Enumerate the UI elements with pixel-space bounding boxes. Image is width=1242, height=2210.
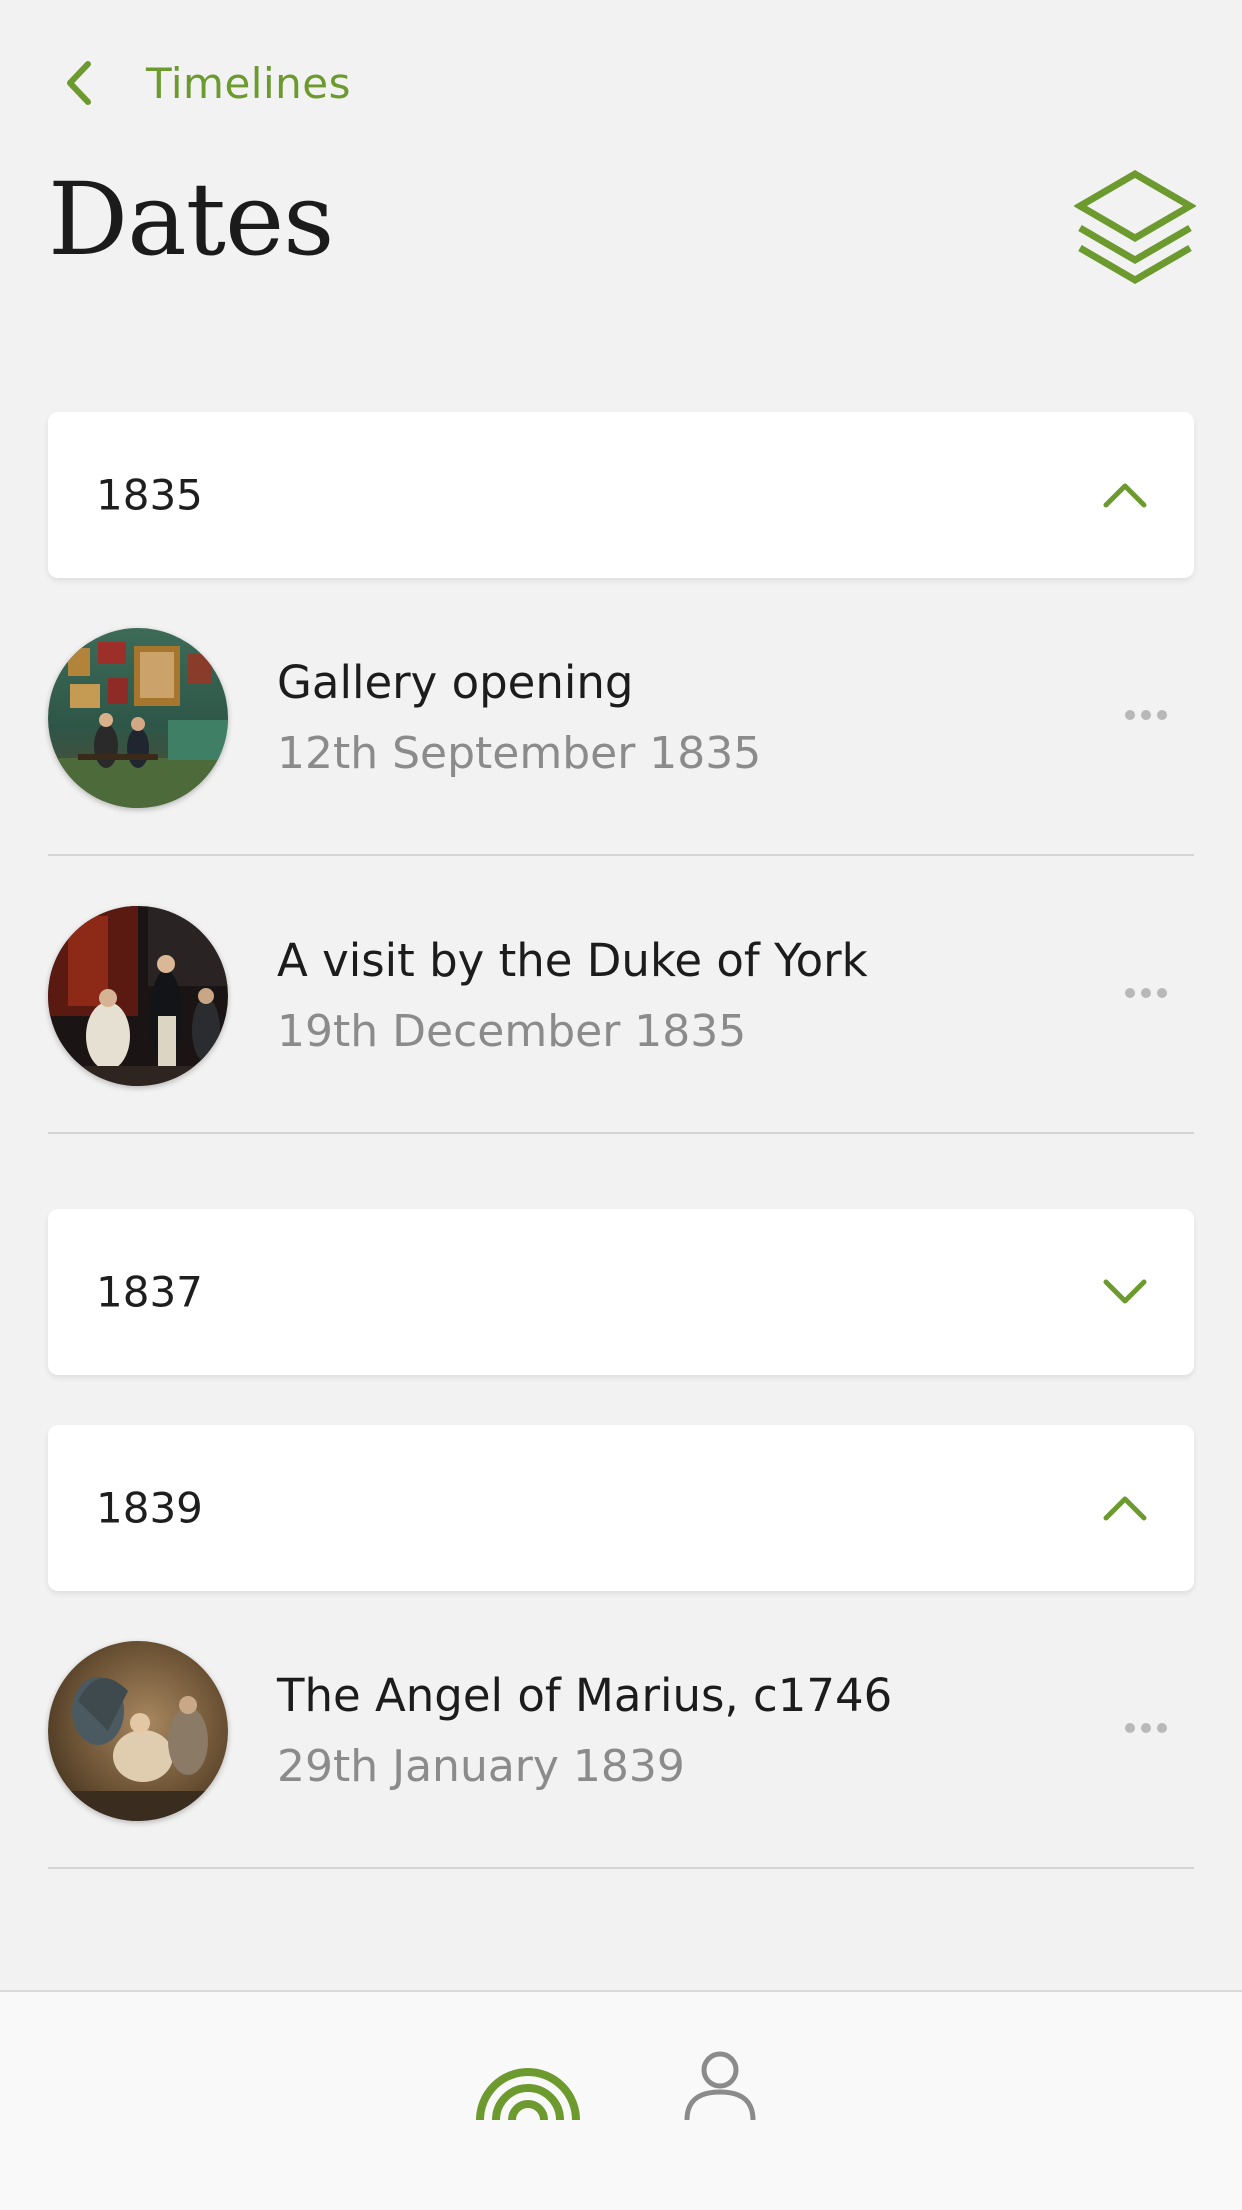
divider	[48, 1132, 1194, 1134]
back-button[interactable]: Timelines	[62, 58, 351, 108]
page-title: Dates	[48, 161, 334, 278]
painting-thumbnail	[48, 906, 228, 1086]
layers-icon[interactable]	[1074, 168, 1196, 286]
year-label: 1837	[96, 1267, 203, 1317]
rainbow-timeline-icon[interactable]	[474, 2064, 582, 2120]
more-options-icon[interactable]	[1124, 1721, 1168, 1735]
person-icon[interactable]	[682, 2050, 758, 2122]
year-header-1839[interactable]: 1839	[48, 1425, 1194, 1591]
item-date: 12th September 1835	[277, 728, 762, 779]
bottom-tab-bar	[0, 1990, 1242, 2210]
more-options-icon[interactable]	[1124, 708, 1168, 722]
item-title: The Angel of Marius, c1746	[277, 1669, 893, 1722]
year-header-1837[interactable]: 1837	[48, 1209, 1194, 1375]
chevron-down-icon	[1103, 1279, 1147, 1304]
painting-thumbnail	[48, 1641, 228, 1821]
item-title: A visit by the Duke of York	[277, 934, 868, 987]
chevron-up-icon	[1103, 1496, 1147, 1521]
painting-thumbnail	[48, 628, 228, 808]
divider	[48, 854, 1194, 856]
list-item[interactable]: The Angel of Marius, c1746 29th January …	[48, 1641, 1194, 1871]
year-header-1835[interactable]: 1835	[48, 412, 1194, 578]
year-label: 1839	[96, 1483, 203, 1533]
list-item[interactable]: A visit by the Duke of York 19th Decembe…	[48, 906, 1194, 1136]
year-label: 1835	[96, 470, 203, 520]
item-title: Gallery opening	[277, 656, 634, 709]
divider	[48, 1867, 1194, 1869]
chevron-left-icon	[67, 61, 91, 105]
more-options-icon[interactable]	[1124, 986, 1168, 1000]
item-date: 29th January 1839	[277, 1741, 685, 1792]
list-item[interactable]: Gallery opening 12th September 1835	[48, 628, 1194, 858]
chevron-up-icon	[1103, 483, 1147, 508]
back-label: Timelines	[146, 58, 351, 108]
item-date: 19th December 1835	[277, 1006, 747, 1057]
